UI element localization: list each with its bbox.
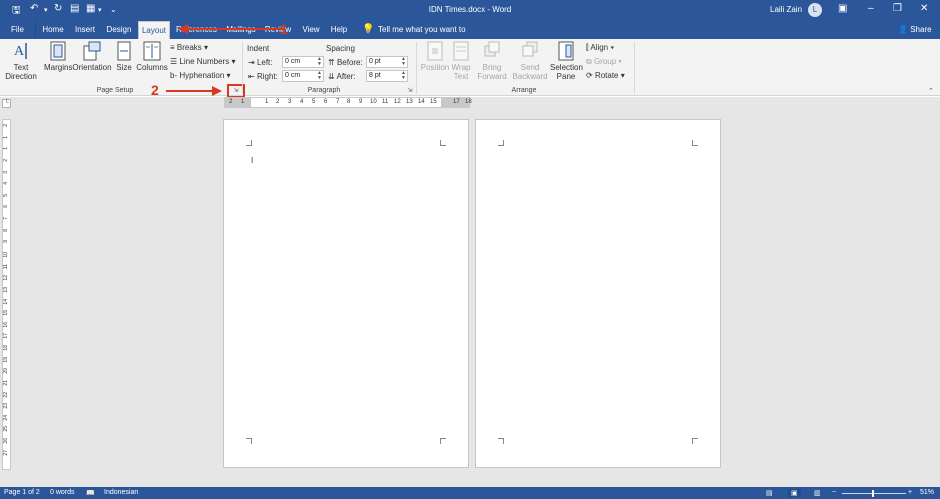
annotation-step-2: 2	[151, 82, 159, 98]
read-mode-icon[interactable]: ▤	[766, 489, 773, 497]
zoom-slider[interactable]	[842, 493, 906, 494]
zoom-level[interactable]: 51%	[920, 489, 934, 496]
zoom-slider-thumb[interactable]	[872, 490, 874, 497]
word-count[interactable]: 0 words	[50, 489, 75, 496]
annotation-arrowhead-2	[212, 86, 222, 96]
proofing-icon[interactable]: 📖	[86, 489, 95, 497]
web-layout-icon[interactable]: ▥	[814, 489, 821, 497]
page-count[interactable]: Page 1 of 2	[4, 489, 40, 496]
zoom-in-icon[interactable]: +	[908, 489, 912, 496]
zoom-out-icon[interactable]: −	[832, 489, 836, 496]
status-bar: Page 1 of 2 0 words 📖 Indonesian ▤ ▣ ▥ −…	[0, 487, 940, 499]
language-indicator[interactable]: Indonesian	[104, 489, 138, 496]
print-layout-icon[interactable]: ▣	[788, 489, 801, 497]
annotation-overlay	[166, 24, 284, 96]
annotation-step-1: 1	[280, 21, 288, 37]
annotation-arrowhead-1	[178, 24, 188, 34]
